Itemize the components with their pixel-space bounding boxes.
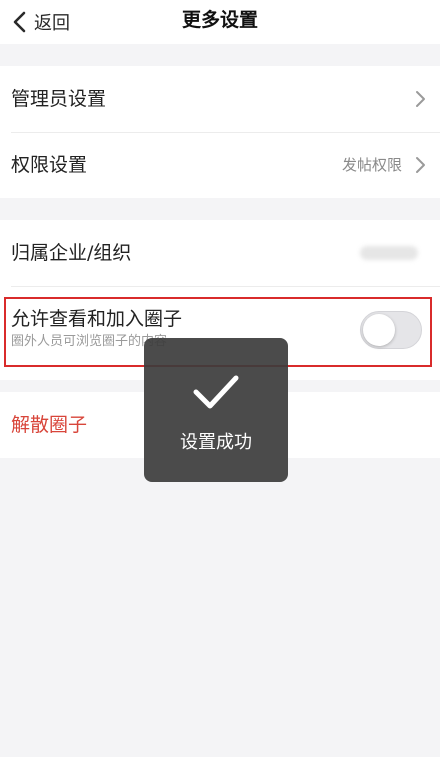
success-toast: 设置成功 xyxy=(144,338,288,482)
permission-settings-label: 权限设置 xyxy=(11,154,88,176)
permission-settings-row[interactable]: 权限设置 发帖权限 xyxy=(0,132,440,198)
page-title: 更多设置 xyxy=(181,9,258,31)
org-label: 归属企业/组织 xyxy=(11,242,132,264)
row-divider xyxy=(11,286,440,287)
org-row[interactable]: 归属企业/组织 xyxy=(0,220,440,286)
settings-group-1: 管理员设置 权限设置 发帖权限 xyxy=(0,66,440,198)
toast-message: 设置成功 xyxy=(180,432,252,453)
navigation-bar: 返回 更多设置 xyxy=(0,0,440,44)
permission-value: 发帖权限 xyxy=(341,156,402,174)
checkmark-icon xyxy=(193,375,239,409)
admin-settings-label: 管理员设置 xyxy=(11,88,107,110)
org-value-blurred xyxy=(360,246,418,260)
chevron-right-icon xyxy=(416,91,425,107)
admin-settings-row[interactable]: 管理员设置 xyxy=(0,66,440,132)
chevron-right-icon xyxy=(416,157,425,173)
dissolve-circle-button[interactable]: 解散圈子 xyxy=(11,392,87,458)
